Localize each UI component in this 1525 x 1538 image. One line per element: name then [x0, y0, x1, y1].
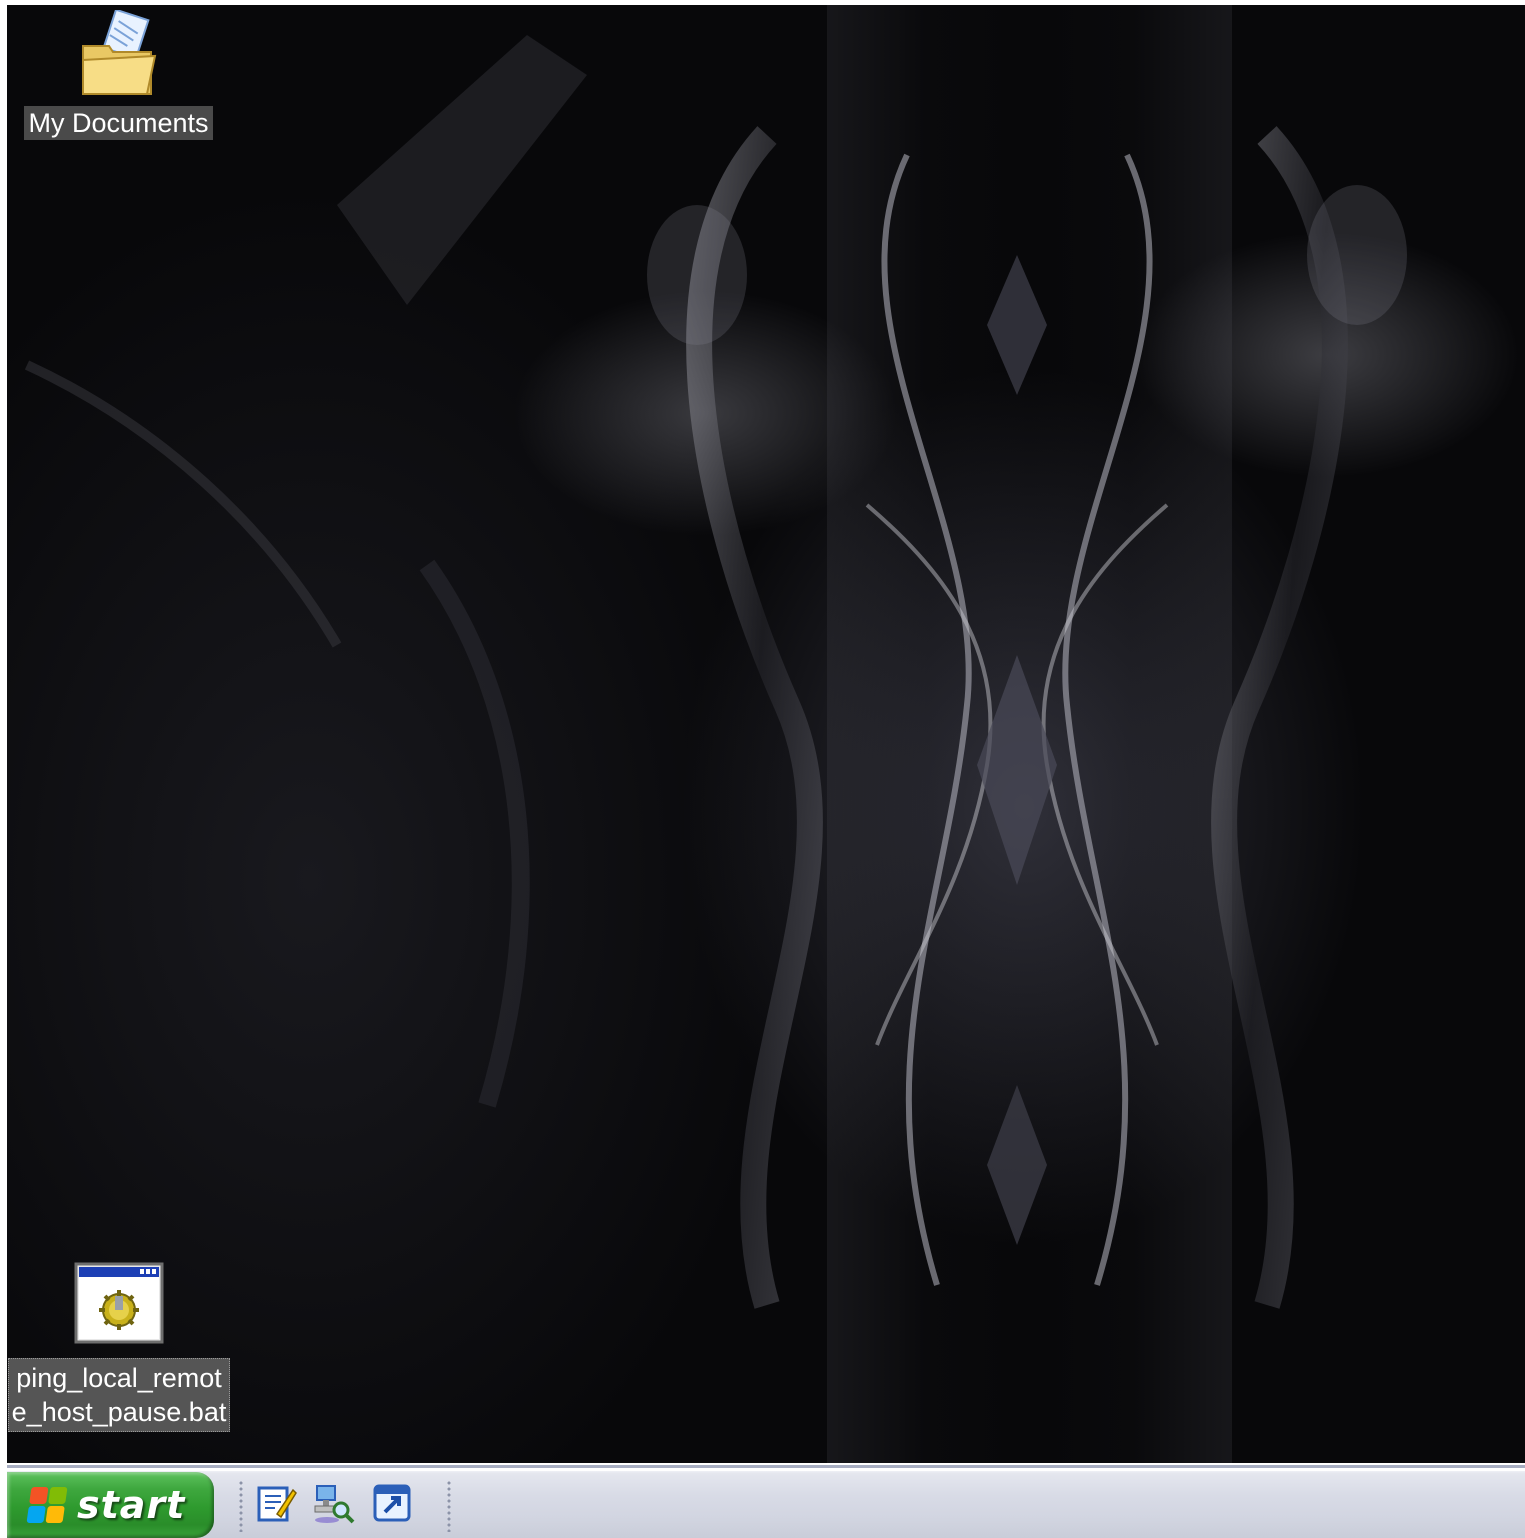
desktop[interactable]: My Documents ping_local_remote_host_paus…: [7, 5, 1525, 1463]
wallpaper-art: [24, 35, 1407, 1309]
toolbar-grip-handle[interactable]: [447, 1480, 451, 1532]
toolbar-grip-handle[interactable]: [239, 1480, 243, 1532]
windows-logo-icon: [26, 1487, 68, 1523]
start-button[interactable]: start: [7, 1472, 214, 1538]
application-launch-icon[interactable]: [371, 1482, 413, 1524]
start-label: start: [77, 1483, 186, 1527]
network-search-icon[interactable]: [313, 1482, 355, 1524]
my-documents-folder-icon: [81, 10, 156, 95]
notepad-edit-icon[interactable]: [255, 1482, 297, 1524]
desktop-icon-label: ping_local_remote_host_pause.bat: [8, 1358, 230, 1432]
quick-launch-toolbar: [255, 1482, 413, 1524]
desktop-icon-batch-file[interactable]: ping_local_remote_host_pause.bat: [7, 1262, 231, 1432]
desktop-icon-label: My Documents: [24, 106, 213, 140]
taskbar: start: [7, 1465, 1525, 1538]
desktop-icon-my-documents[interactable]: My Documents: [16, 10, 221, 140]
batch-file-icon: [74, 1262, 164, 1344]
